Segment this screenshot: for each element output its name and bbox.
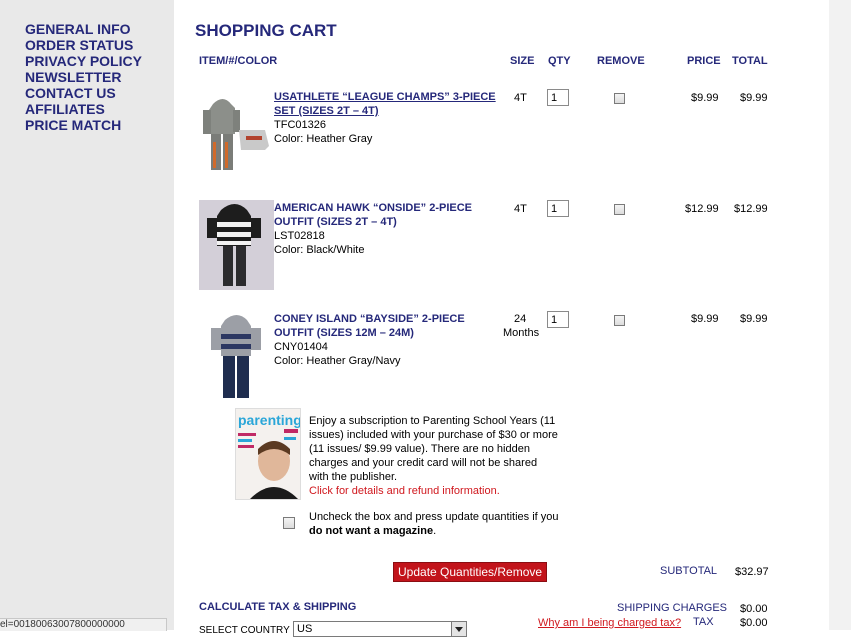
product-image[interactable]: [199, 310, 274, 402]
product-sku: CNY01404: [274, 341, 328, 353]
product-price: $9.99: [691, 313, 719, 325]
chevron-down-icon: [451, 622, 466, 636]
magazine-cover-image: parenting: [235, 408, 301, 500]
magazine-uncheck-note: Uncheck the box and press update quantit…: [309, 510, 559, 538]
product-sku: TFC01326: [274, 119, 326, 131]
product-color: Color: Black/White: [274, 244, 365, 256]
product-name-link[interactable]: USATHLETE “LEAGUE CHAMPS” 3-PIECE SET (S…: [274, 90, 499, 118]
country-select[interactable]: US: [293, 621, 467, 637]
browser-status-bar: el=00180063007800000000: [0, 618, 167, 631]
header-total: TOTAL: [732, 55, 768, 67]
header-size: SIZE: [510, 55, 535, 67]
product-size-unit: Months: [503, 327, 540, 339]
product-image[interactable]: [199, 90, 274, 175]
product-color: Color: Heather Gray/Navy: [274, 355, 401, 367]
product-sku: LST02818: [274, 230, 325, 242]
header-qty: QTY: [548, 55, 571, 67]
page-title: SHOPPING CART: [195, 21, 337, 40]
shipping-charges-label: SHIPPING CHARGES: [617, 602, 728, 614]
product-color: Color: Heather Gray: [274, 133, 373, 145]
tax-value: $0.00: [740, 617, 768, 629]
header-price: PRICE: [687, 55, 721, 67]
product-price: $12.99: [685, 203, 719, 215]
magazine-checkbox[interactable]: [283, 517, 295, 529]
product-price: $9.99: [691, 92, 719, 104]
sidebar: GENERAL INFO ORDER STATUS PRIVACY POLICY…: [0, 0, 174, 630]
product-name-link[interactable]: AMERICAN HAWK “ONSIDE” 2-PIECE OUTFIT (S…: [274, 201, 499, 229]
note-period: .: [433, 525, 437, 537]
tax-info-link[interactable]: Why am I being charged tax?: [538, 616, 681, 630]
sidebar-item-order-status[interactable]: ORDER STATUS: [25, 37, 133, 53]
quantity-input[interactable]: [547, 200, 569, 217]
subtotal-label: SUBTOTAL: [660, 565, 718, 577]
tax-label: TAX: [693, 616, 714, 628]
update-quantities-button[interactable]: Update Quantities/Remove: [393, 562, 548, 582]
header-remove: REMOVE: [597, 55, 645, 67]
promo-details-link[interactable]: Click for details and refund information…: [309, 484, 500, 498]
magazine-title-text: parenting: [238, 412, 300, 428]
promo-description: Enjoy a subscription to Parenting School…: [309, 415, 558, 483]
note-text: Uncheck the box and press update quantit…: [309, 511, 559, 523]
quantity-input[interactable]: [547, 89, 569, 106]
product-total: $12.99: [734, 203, 768, 215]
note-emphasis: do not want a magazine: [309, 525, 434, 537]
country-selected-value: US: [297, 623, 313, 635]
remove-checkbox[interactable]: [614, 93, 625, 104]
sidebar-item-newsletter[interactable]: NEWSLETTER: [25, 69, 121, 85]
cart-panel: SHOPPING CART ITEM/#/COLOR SIZE QTY REMO…: [174, 0, 829, 637]
header-item: ITEM/#/COLOR: [199, 55, 278, 67]
right-gutter: [829, 0, 851, 630]
subtotal-value: $32.97: [735, 566, 769, 578]
sidebar-item-privacy-policy[interactable]: PRIVACY POLICY: [25, 53, 142, 69]
product-image[interactable]: [199, 200, 274, 290]
calculate-tax-shipping-title: CALCULATE TAX & SHIPPING: [199, 601, 357, 613]
select-country-label: SELECT COUNTRY: [199, 625, 290, 636]
product-name-link[interactable]: CONEY ISLAND “BAYSIDE” 2-PIECE OUTFIT (S…: [274, 312, 499, 340]
quantity-input[interactable]: [547, 311, 569, 328]
sidebar-item-contact-us[interactable]: CONTACT US: [25, 85, 116, 101]
shipping-charges-value: $0.00: [740, 603, 768, 615]
product-total: $9.99: [740, 313, 768, 325]
product-size: 24: [514, 313, 527, 325]
remove-checkbox[interactable]: [614, 204, 625, 215]
sidebar-item-price-match[interactable]: PRICE MATCH: [25, 117, 121, 133]
product-size: 4T: [514, 92, 527, 104]
sidebar-item-affiliates[interactable]: AFFILIATES: [25, 101, 105, 117]
remove-checkbox[interactable]: [614, 315, 625, 326]
sidebar-item-general-info[interactable]: GENERAL INFO: [25, 21, 131, 37]
product-total: $9.99: [740, 92, 768, 104]
product-size: 4T: [514, 203, 527, 215]
